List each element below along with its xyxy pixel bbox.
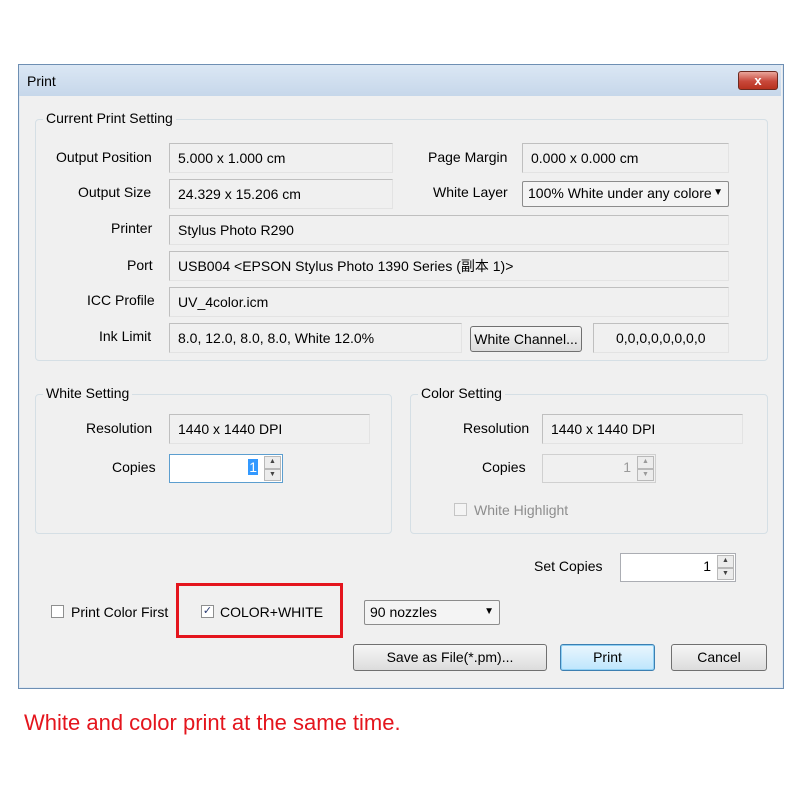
white-highlight-label: White Highlight: [474, 502, 569, 518]
printer-field: Stylus Photo R290: [169, 215, 729, 245]
ink-limit-label: Ink Limit: [99, 328, 152, 344]
icc-profile-field: UV_4color.icm: [169, 287, 729, 317]
white-setting-title: White Setting: [43, 385, 133, 401]
window-title: Print: [27, 73, 56, 89]
port-label: Port: [127, 257, 153, 273]
chevron-down-icon: ▼: [713, 187, 723, 198]
annotation-caption: White and color print at the same time.: [24, 710, 401, 735]
print-button[interactable]: Print: [560, 644, 655, 671]
spin-up-icon[interactable]: ▲: [264, 456, 281, 469]
white-channel-values: 0,0,0,0,0,0,0,0: [593, 323, 729, 353]
white-highlight-checkbox[interactable]: [454, 503, 467, 516]
port-field: USB004 <EPSON Stylus Photo 1390 Series (…: [169, 251, 729, 281]
chevron-down-icon: ▼: [484, 606, 494, 617]
white-layer-dropdown[interactable]: 100% White under any colore ▼: [522, 181, 729, 207]
save-as-file-button[interactable]: Save as File(*.pm)...: [353, 644, 547, 671]
title-bar[interactable]: [19, 65, 781, 96]
output-position-field: 5.000 x 1.000 cm: [169, 143, 393, 173]
color-copies-value: 1: [623, 459, 631, 475]
color-copies-spinner[interactable]: 1 ▲ ▼: [542, 454, 656, 483]
white-channel-button[interactable]: White Channel...: [470, 326, 582, 352]
white-copies-label: Copies: [112, 459, 156, 475]
spin-down-icon[interactable]: ▼: [717, 567, 734, 580]
white-copies-spinner[interactable]: 1 ▲ ▼: [169, 454, 283, 483]
spin-up-icon[interactable]: ▲: [717, 555, 734, 568]
white-resolution-field: 1440 x 1440 DPI: [169, 414, 370, 444]
current-print-setting-title: Current Print Setting: [43, 110, 176, 126]
color-white-checkbox[interactable]: ✓: [201, 605, 214, 618]
print-color-first-label: Print Color First: [71, 604, 169, 620]
color-copies-label: Copies: [482, 459, 526, 475]
cancel-button[interactable]: Cancel: [671, 644, 767, 671]
spin-down-icon[interactable]: ▼: [637, 468, 654, 481]
icc-profile-label: ICC Profile: [87, 292, 155, 308]
nozzles-value: 90 nozzles: [370, 604, 437, 620]
set-copies-label: Set Copies: [534, 558, 603, 574]
page-margin-label: Page Margin: [428, 149, 508, 165]
check-icon: ✓: [202, 605, 213, 617]
color-setting-title: Color Setting: [418, 385, 505, 401]
output-size-field: 24.329 x 15.206 cm: [169, 179, 393, 209]
print-color-first-checkbox[interactable]: [51, 605, 64, 618]
color-white-label: COLOR+WHITE: [220, 604, 324, 620]
spin-up-icon[interactable]: ▲: [637, 456, 654, 469]
printer-label: Printer: [111, 220, 153, 236]
page-margin-field: 0.000 x 0.000 cm: [522, 143, 729, 173]
ink-limit-field: 8.0, 12.0, 8.0, 8.0, White 12.0%: [169, 323, 462, 353]
close-button[interactable]: x: [738, 71, 778, 90]
spin-down-icon[interactable]: ▼: [264, 468, 281, 481]
output-size-label: Output Size: [78, 184, 152, 200]
output-position-label: Output Position: [56, 149, 152, 165]
set-copies-value: 1: [703, 558, 711, 574]
white-layer-value: 100% White under any colore: [528, 185, 712, 201]
white-copies-value: 1: [248, 459, 258, 475]
set-copies-spinner[interactable]: 1 ▲ ▼: [620, 553, 736, 582]
close-icon: x: [754, 73, 762, 88]
nozzles-dropdown[interactable]: 90 nozzles ▼: [364, 600, 500, 625]
white-resolution-label: Resolution: [86, 420, 153, 436]
color-resolution-label: Resolution: [463, 420, 530, 436]
color-resolution-field: 1440 x 1440 DPI: [542, 414, 743, 444]
white-layer-label: White Layer: [433, 184, 508, 200]
